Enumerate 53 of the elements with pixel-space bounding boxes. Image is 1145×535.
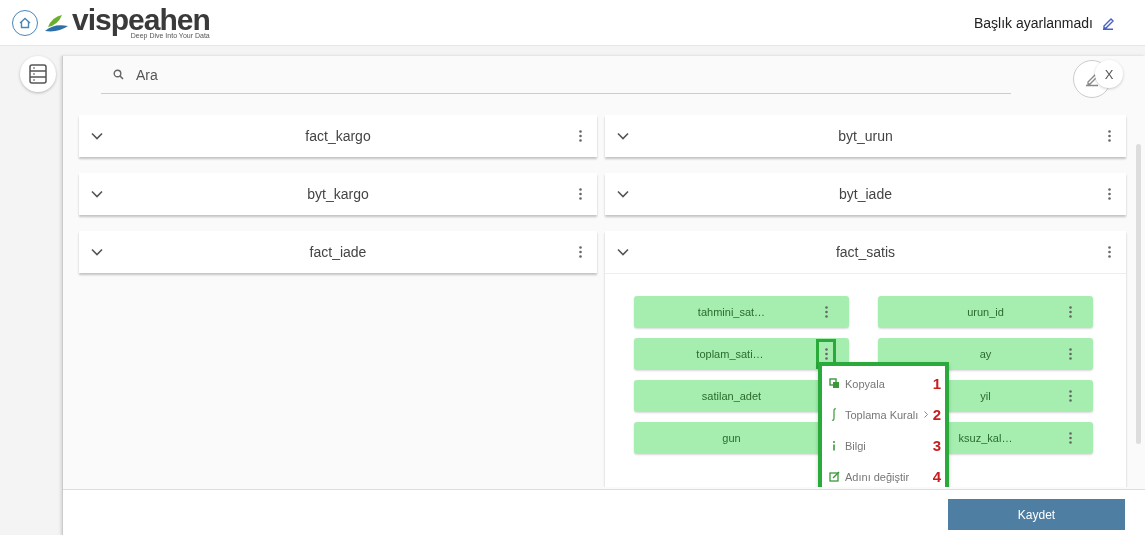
column-name: tahmini_sat…	[696, 306, 767, 318]
chevron-down-icon[interactable]	[617, 248, 629, 256]
column-chip[interactable]: urun_id	[878, 296, 1093, 328]
data-sources-button[interactable]	[20, 56, 56, 92]
edit-icon	[828, 471, 840, 482]
kebab-icon	[1107, 188, 1111, 200]
kebab-icon	[578, 246, 582, 258]
dashboard-title: Başlık ayarlanmadı	[973, 14, 1093, 31]
kebab-icon	[1107, 130, 1111, 142]
chevron-down-icon[interactable]	[617, 190, 629, 198]
column-chip[interactable]: ay	[878, 338, 1093, 370]
chevron-down-icon[interactable]	[617, 132, 629, 140]
table-name[interactable]: fact_satis	[629, 244, 1102, 260]
copy-icon	[828, 378, 840, 389]
column-name: urun_id	[966, 306, 1005, 318]
info-icon	[832, 440, 836, 451]
kebab-icon	[1068, 348, 1072, 360]
kebab-icon	[824, 348, 828, 360]
step-number: 4	[932, 468, 941, 485]
menu-item[interactable]: Adını değiştir 4	[822, 461, 945, 487]
column-name: yil	[979, 390, 992, 402]
column-chip[interactable]: tahmini_sat…	[634, 296, 849, 328]
table-name[interactable]: fact_iade	[103, 244, 573, 260]
column-name: satilan_adet	[700, 390, 763, 402]
kebab-icon	[824, 306, 828, 318]
kebab-icon	[1068, 306, 1072, 318]
kebab-icon	[1068, 390, 1072, 402]
logo-wordmark: vispeahen	[72, 5, 210, 34]
table-name[interactable]: byt_urun	[629, 128, 1102, 144]
table-name[interactable]: byt_iade	[629, 186, 1102, 202]
kebab-icon	[578, 188, 582, 200]
kebab-icon	[1107, 246, 1111, 258]
kebab-icon	[578, 130, 582, 142]
search-icon	[113, 69, 124, 80]
chevron-down-icon[interactable]	[91, 248, 103, 256]
column-name: gun	[721, 432, 742, 444]
server-stack-icon	[29, 64, 47, 84]
home-icon	[19, 16, 31, 29]
column-chip[interactable]: toplam_sati…	[634, 338, 849, 370]
chevron-down-icon[interactable]	[91, 190, 103, 198]
save-button[interactable]: Kaydet	[948, 499, 1125, 530]
column-name: ksuz_kal…	[957, 432, 1014, 444]
step-number: 3	[932, 437, 941, 454]
kebab-icon	[1068, 432, 1072, 444]
column-name: ay	[978, 348, 993, 360]
search-field[interactable]: Ara	[134, 65, 438, 84]
menu-label: Adını değiştir	[845, 470, 911, 483]
table-name[interactable]: fact_kargo	[103, 128, 573, 144]
integral-icon	[831, 408, 837, 421]
leaf-logo-icon	[44, 12, 70, 33]
table-name[interactable]: byt_kargo	[103, 186, 573, 202]
column-name: toplam_sati…	[695, 348, 765, 360]
chevron-down-icon[interactable]	[91, 132, 103, 140]
